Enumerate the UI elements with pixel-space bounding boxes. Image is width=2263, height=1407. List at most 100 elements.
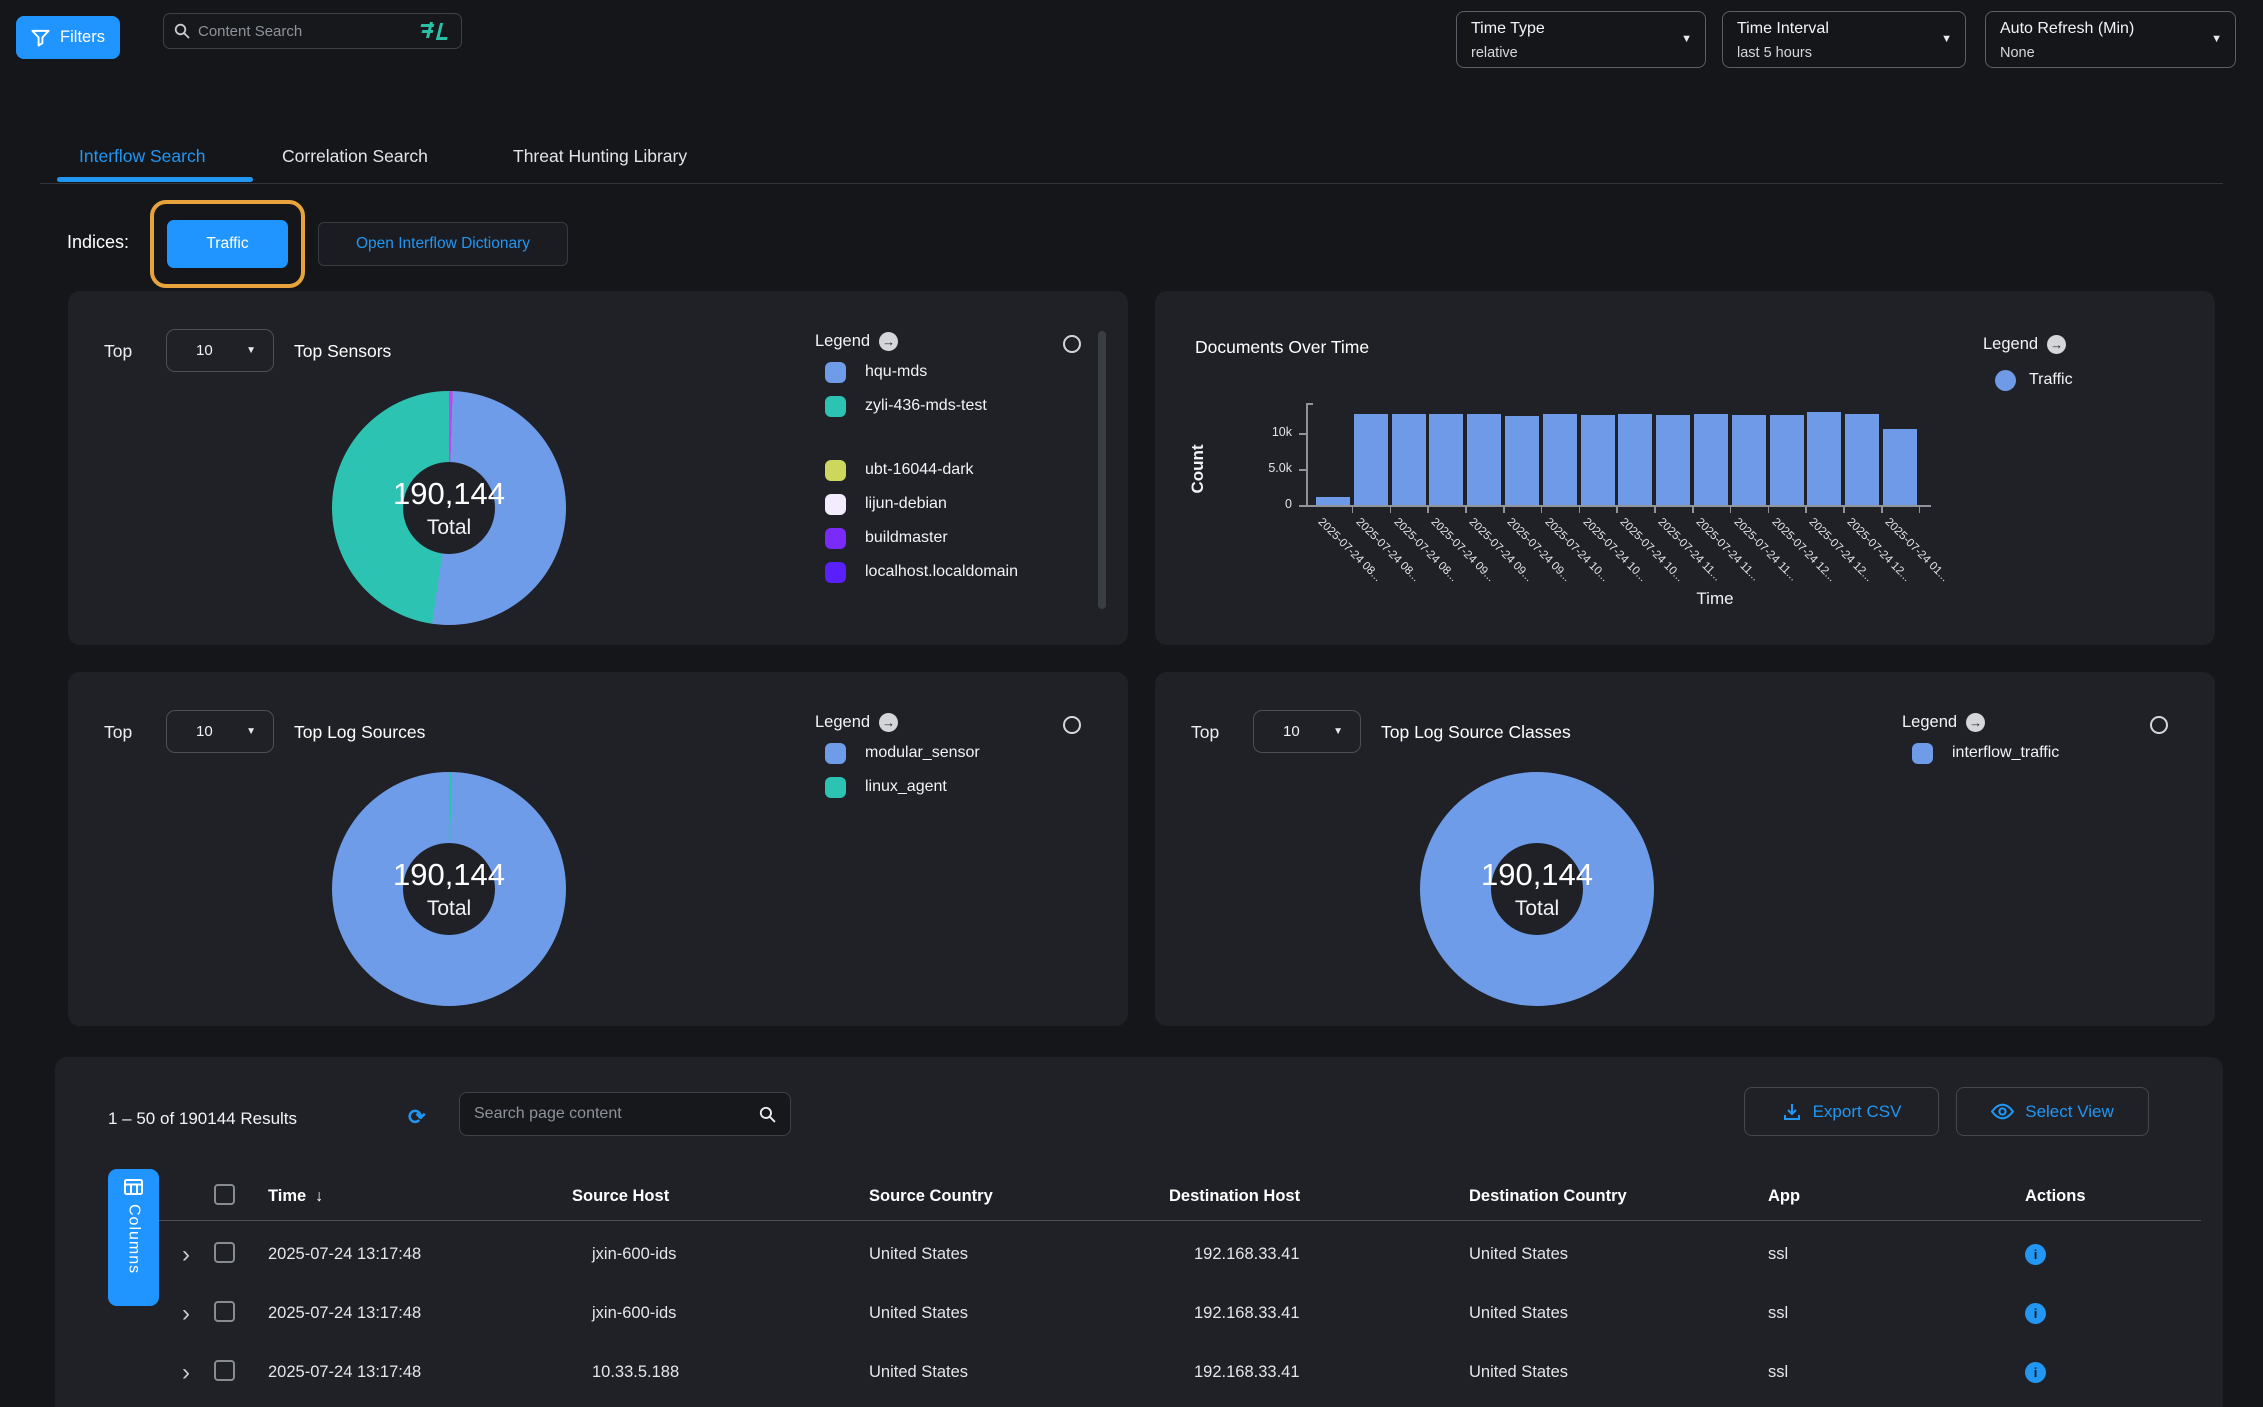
open-interflow-dictionary-button[interactable]: Open Interflow Dictionary xyxy=(318,222,568,266)
top-log-source-classes-count-select[interactable]: 10 ▼ xyxy=(1253,710,1361,753)
bar-2025-07-24 10...[interactable] xyxy=(1618,414,1652,505)
tab-interflow-search[interactable]: Interflow Search xyxy=(79,146,205,167)
time-type-dropdown[interactable]: Time Type relative ▼ xyxy=(1456,11,1706,68)
info-icon[interactable]: i xyxy=(2025,1244,2046,1265)
refresh-icon[interactable]: ⟳ xyxy=(408,1105,426,1130)
legend-item-modular_sensor[interactable]: modular_sensor xyxy=(825,736,980,770)
top-log-sources-count-select[interactable]: 10 ▼ xyxy=(166,710,274,753)
select-all-checkbox[interactable] xyxy=(214,1184,235,1205)
info-icon[interactable]: i xyxy=(2025,1362,2046,1383)
row-checkbox[interactable] xyxy=(214,1301,235,1322)
top-log-sources-donut[interactable]: 190,144 Total xyxy=(332,772,566,1006)
filters-button[interactable]: Filters xyxy=(16,16,120,59)
table-row[interactable]: ›2025-07-24 13:17:48jxin-600-idsUnited S… xyxy=(55,1284,2223,1343)
chevron-down-icon: ▼ xyxy=(246,345,256,356)
export-csv-button[interactable]: Export CSV xyxy=(1744,1087,1939,1136)
bar-2025-07-24 09...[interactable] xyxy=(1505,416,1539,505)
row-expand-chevron[interactable]: › xyxy=(182,1302,214,1326)
legend-item-buildmaster[interactable]: buildmaster xyxy=(825,521,1018,555)
columns-button[interactable]: Columns xyxy=(108,1169,159,1306)
table-header-row: Time↓ Source Host Source Country Destina… xyxy=(55,1173,2223,1220)
bar-2025-07-24 12...[interactable] xyxy=(1845,414,1879,505)
header-time-label: Time xyxy=(268,1187,306,1205)
tab-threat-hunting-library[interactable]: Threat Hunting Library xyxy=(513,146,687,167)
cell-destination-country: United States xyxy=(1469,1304,1768,1323)
legend-item-lijun-debian[interactable]: lijun-debian xyxy=(825,487,1018,521)
bar-2025-07-24 10...[interactable] xyxy=(1543,414,1577,505)
legend-toggle-circle-icon[interactable] xyxy=(1063,716,1081,734)
chevron-down-icon: ▼ xyxy=(1681,33,1692,45)
header-source-country[interactable]: Source Country xyxy=(869,1187,1169,1206)
select-view-button[interactable]: Select View xyxy=(1956,1087,2149,1136)
header-divider xyxy=(108,1220,2201,1221)
top-sensors-donut[interactable]: 190,144 Total xyxy=(332,391,566,625)
bar-2025-07-24 12...[interactable] xyxy=(1770,415,1804,505)
legend-toggle-circle-icon[interactable] xyxy=(2150,716,2168,734)
x-axis-tick xyxy=(1616,506,1618,513)
legend-item-ubt-16044-dark[interactable]: ubt-16044-dark xyxy=(825,453,1018,487)
top-selector-label: Top xyxy=(104,341,132,362)
bar-2025-07-24 01...[interactable] xyxy=(1883,429,1917,505)
header-source-host[interactable]: Source Host xyxy=(572,1187,869,1206)
bar-2025-07-24 11...[interactable] xyxy=(1656,415,1690,505)
row-expand-chevron[interactable]: › xyxy=(182,1243,214,1267)
bar-2025-07-24 08...[interactable] xyxy=(1354,414,1388,505)
time-interval-dropdown[interactable]: Time Interval last 5 hours ▼ xyxy=(1722,11,1966,68)
content-search-input[interactable]: Content Search xyxy=(163,13,462,49)
x-axis-tick xyxy=(1805,506,1807,513)
bar-2025-07-24 10...[interactable] xyxy=(1581,415,1615,505)
bar-2025-07-24 09...[interactable] xyxy=(1467,414,1501,505)
legend-expand-arrow-icon[interactable]: → xyxy=(1966,713,1985,732)
y-axis-label: 5.0k xyxy=(1248,461,1292,475)
header-destination-country[interactable]: Destination Country xyxy=(1469,1187,1768,1206)
bar-2025-07-24 12...[interactable] xyxy=(1807,412,1841,505)
row-expand-chevron[interactable]: › xyxy=(182,1361,214,1385)
results-table-panel: 1 – 50 of 190144 Results ⟳ Search page c… xyxy=(55,1057,2223,1407)
bar-2025-07-24 09...[interactable] xyxy=(1429,414,1463,505)
table-row[interactable]: ›2025-07-24 13:17:4810.33.5.188United St… xyxy=(55,1343,2223,1402)
legend-scrollbar[interactable] xyxy=(1098,331,1106,609)
legend-expand-arrow-icon[interactable]: → xyxy=(879,332,898,351)
legend-item-interflow_traffic[interactable]: interflow_traffic xyxy=(1912,736,2059,770)
legend-item-localhost.localdomain[interactable]: localhost.localdomain xyxy=(825,555,1018,589)
header-app[interactable]: App xyxy=(1768,1187,2025,1206)
cell-destination-host: 192.168.33.41 xyxy=(1169,1245,1469,1264)
header-time[interactable]: Time↓ xyxy=(268,1187,572,1206)
top-log-sources-legend: modular_sensorlinux_agent xyxy=(825,736,980,804)
tab-correlation-search[interactable]: Correlation Search xyxy=(282,146,428,167)
legend-header: Legend → xyxy=(1983,335,2066,354)
legend-toggle-circle-icon[interactable] xyxy=(1063,335,1081,353)
legend-label: Traffic xyxy=(2029,371,2073,389)
cell-time: 2025-07-24 13:17:48 xyxy=(268,1304,572,1323)
legend-item-Traffic[interactable]: Traffic xyxy=(1995,365,2073,395)
bar-2025-07-24 08...[interactable] xyxy=(1316,497,1350,505)
filters-label: Filters xyxy=(60,28,105,47)
table-row[interactable]: ›2025-07-24 13:17:48jxin-600-idsUnited S… xyxy=(55,1225,2223,1284)
x-axis-label: 2025-07-24 01... xyxy=(1883,516,1951,584)
x-axis-tick xyxy=(1541,506,1543,513)
page-search-input[interactable]: Search page content xyxy=(459,1092,791,1136)
top-sensors-count-select[interactable]: 10 ▼ xyxy=(166,329,274,372)
traffic-index-button[interactable]: Traffic xyxy=(167,220,288,268)
legend-header: Legend → xyxy=(815,713,898,732)
top-count-value: 10 xyxy=(196,342,213,359)
panel-title: Top Sensors xyxy=(294,341,391,362)
bar-2025-07-24 08...[interactable] xyxy=(1392,414,1426,505)
top-count-value: 10 xyxy=(196,723,213,740)
row-checkbox[interactable] xyxy=(214,1360,235,1381)
row-checkbox[interactable] xyxy=(214,1242,235,1263)
header-destination-host[interactable]: Destination Host xyxy=(1169,1187,1469,1206)
legend-expand-arrow-icon[interactable]: → xyxy=(879,713,898,732)
legend-item-linux_agent[interactable]: linux_agent xyxy=(825,770,980,804)
x-axis-tick xyxy=(1390,506,1392,513)
auto-refresh-dropdown[interactable]: Auto Refresh (Min) None ▼ xyxy=(1985,11,2236,68)
info-icon[interactable]: i xyxy=(2025,1303,2046,1324)
bar-2025-07-24 11...[interactable] xyxy=(1732,415,1766,505)
legend-swatch xyxy=(1995,370,2016,391)
bar-2025-07-24 11...[interactable] xyxy=(1694,414,1728,505)
legend-item-hqu-mds[interactable]: hqu-mds xyxy=(825,355,1018,389)
legend-item-zyli-436-mds-test[interactable]: zyli-436-mds-test xyxy=(825,389,1018,423)
top-log-source-classes-donut[interactable]: 190,144 Total xyxy=(1420,772,1654,1006)
legend-expand-arrow-icon[interactable]: → xyxy=(2047,335,2066,354)
row-checkbox-cell xyxy=(214,1242,268,1268)
